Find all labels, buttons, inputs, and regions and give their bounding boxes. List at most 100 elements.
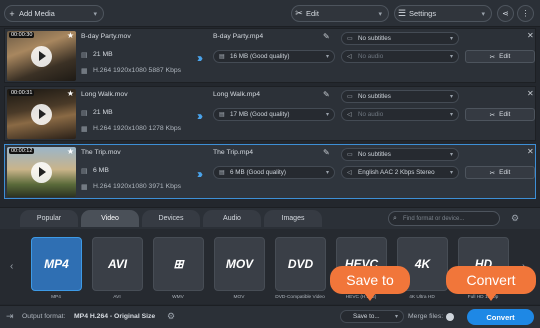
pencil-icon[interactable]: ✎ <box>323 90 330 99</box>
file-name: The Trip.mov <box>81 149 121 156</box>
convert-button[interactable]: Convert <box>467 309 534 325</box>
edit-file-button[interactable]: ✂ Edit <box>465 50 535 63</box>
tab-audio[interactable]: Audio <box>203 210 261 227</box>
file-meta: H.264 1920x1080 1278 Kbps <box>93 125 182 132</box>
subtitles-icon: ▭ <box>347 36 353 42</box>
output-size-dropdown[interactable]: ▤ 17 MB (Good quality) ▾ <box>213 108 335 121</box>
tab-images[interactable]: Images <box>264 210 322 227</box>
output-format-value[interactable]: MP4 H.264 - Original Size <box>74 313 155 320</box>
bottom-bar: ⇥ Output format: MP4 H.264 - Original Si… <box>0 305 540 328</box>
chevron-down-icon: ▾ <box>325 54 329 60</box>
remove-file-icon[interactable]: ✕ <box>527 31 534 40</box>
format-dvd[interactable]: DVD <box>275 237 326 291</box>
file-size: 21 MB <box>93 109 113 116</box>
pencil-icon[interactable]: ✎ <box>323 32 330 41</box>
format-search-input[interactable]: ⌕ Find format or device... <box>388 211 500 226</box>
subtitles-dropdown[interactable]: ▭ No subtitles ▾ <box>341 90 459 103</box>
remove-file-icon[interactable]: ✕ <box>527 89 534 98</box>
format-label: MP4 <box>51 295 61 300</box>
star-icon[interactable]: ★ <box>67 147 74 156</box>
merge-files-toggle[interactable] <box>446 313 454 321</box>
save-to-callout: Save to <box>330 266 410 301</box>
convert-arrows-icon: ››› <box>197 167 203 181</box>
output-name[interactable]: Long Walk.mp4 <box>213 91 260 98</box>
file-size: 6 MB <box>93 167 109 174</box>
save-to-dropdown[interactable]: Save to... ▾ <box>340 310 404 323</box>
file-size-icon: ▤ <box>81 110 88 117</box>
play-icon[interactable] <box>31 162 52 183</box>
remove-file-icon[interactable]: ✕ <box>527 147 534 156</box>
convert-arrows-icon: ››› <box>197 51 203 65</box>
format-label: 4K Ultra HD <box>409 295 435 300</box>
video-thumbnail[interactable]: 00:00:12 ★ <box>7 147 76 197</box>
tab-popular[interactable]: Popular <box>20 210 78 227</box>
video-thumbnail[interactable]: 00:00:30 ★ <box>7 31 76 81</box>
play-icon[interactable] <box>31 104 52 125</box>
file-row[interactable]: 00:00:30 ★ B-day Party.mov ▤ 21 MB ▦ H.2… <box>4 28 536 83</box>
convert-callout: Convert <box>446 266 536 301</box>
chevron-down-icon: ▾ <box>93 10 97 18</box>
star-icon[interactable]: ★ <box>67 89 74 98</box>
tab-video[interactable]: Video <box>81 210 139 227</box>
gear-icon[interactable]: ⚙ <box>167 311 175 322</box>
output-size-dropdown[interactable]: ▤ 6 MB (Good quality) ▾ <box>213 166 335 179</box>
format-label: DVD-Compatible Video <box>275 295 325 300</box>
star-icon[interactable]: ★ <box>67 31 74 40</box>
file-size-icon: ▤ <box>81 168 88 175</box>
edit-file-button[interactable]: ✂ Edit <box>465 108 535 121</box>
speaker-icon: ◁ <box>347 54 352 60</box>
format-mp4[interactable]: MP4 <box>31 237 82 291</box>
format-avi[interactable]: AVI <box>92 237 143 291</box>
chevron-down-icon: ▾ <box>449 36 453 42</box>
file-icon: ▤ <box>219 170 225 176</box>
chevron-down-icon: ▾ <box>378 10 382 18</box>
subtitles-icon: ▭ <box>347 94 353 100</box>
scissors-icon: ✂ <box>489 53 496 61</box>
file-size-icon: ▤ <box>81 52 88 59</box>
audio-dropdown[interactable]: ◁ No audio ▾ <box>341 108 459 121</box>
chevron-down-icon: ▾ <box>449 152 453 158</box>
subtitles-dropdown[interactable]: ▭ No subtitles ▾ <box>341 148 459 161</box>
chevron-down-icon: ▾ <box>449 94 453 100</box>
file-icon: ▤ <box>219 54 225 60</box>
share-icon[interactable]: ⋖ <box>497 5 514 22</box>
edit-button[interactable]: ✂ Edit ▾ <box>291 5 389 22</box>
output-format-icon: ⇥ <box>6 311 14 321</box>
subtitles-dropdown[interactable]: ▭ No subtitles ▾ <box>341 32 459 45</box>
video-icon: ▦ <box>81 184 88 191</box>
video-thumbnail[interactable]: 00:00:31 ★ <box>7 89 76 139</box>
output-format-label: Output format: <box>22 313 66 320</box>
play-icon[interactable] <box>31 46 52 67</box>
format-label: MOV <box>233 295 245 300</box>
format-label: Full HD 1080p <box>467 295 499 300</box>
format-wmv[interactable]: ⊞ <box>153 237 204 291</box>
settings-button[interactable]: ☰ Settings ▾ <box>394 5 492 22</box>
format-label: WMV <box>172 295 184 300</box>
pencil-icon[interactable]: ✎ <box>323 148 330 157</box>
output-size-dropdown[interactable]: ▤ 16 MB (Good quality) ▾ <box>213 50 335 63</box>
tab-devices[interactable]: Devices <box>142 210 200 227</box>
format-mov[interactable]: MOV <box>214 237 265 291</box>
audio-dropdown[interactable]: ◁ English AAC 2 Kbps Stereo ▾ <box>341 166 459 179</box>
audio-dropdown[interactable]: ◁ No audio ▾ <box>341 50 459 63</box>
format-settings-icon[interactable]: ⚙ <box>511 213 519 224</box>
search-icon: ⌕ <box>393 214 397 222</box>
file-row-selected[interactable]: 00:00:12 ★ The Trip.mov ▤ 6 MB ▦ H.264 1… <box>4 144 536 199</box>
file-meta: H.264 1920x1080 3971 Kbps <box>93 183 182 190</box>
merge-files-label: Merge files: <box>408 313 444 320</box>
add-media-button[interactable]: + Add Media ▾ <box>4 5 104 22</box>
format-tabs: Popular Video Devices Audio Images ⌕ Fin… <box>0 207 540 229</box>
video-icon: ▦ <box>81 68 88 75</box>
chevron-down-icon: ▾ <box>449 170 453 176</box>
more-menu-icon[interactable]: ⋮ <box>517 5 534 22</box>
file-icon: ▤ <box>219 112 225 118</box>
subtitles-icon: ▭ <box>347 152 353 158</box>
chevron-down-icon: ▾ <box>449 112 453 118</box>
format-label: HEVC (H.265) <box>345 295 377 300</box>
chevron-left-icon[interactable]: ‹ <box>10 261 13 272</box>
chevron-down-icon: ▾ <box>449 54 453 60</box>
output-name[interactable]: B-day Party.mp4 <box>213 33 263 40</box>
edit-file-button[interactable]: ✂ Edit <box>465 166 535 179</box>
output-name[interactable]: The Trip.mp4 <box>213 149 253 156</box>
file-row[interactable]: 00:00:31 ★ Long Walk.mov ▤ 21 MB ▦ H.264… <box>4 86 536 141</box>
